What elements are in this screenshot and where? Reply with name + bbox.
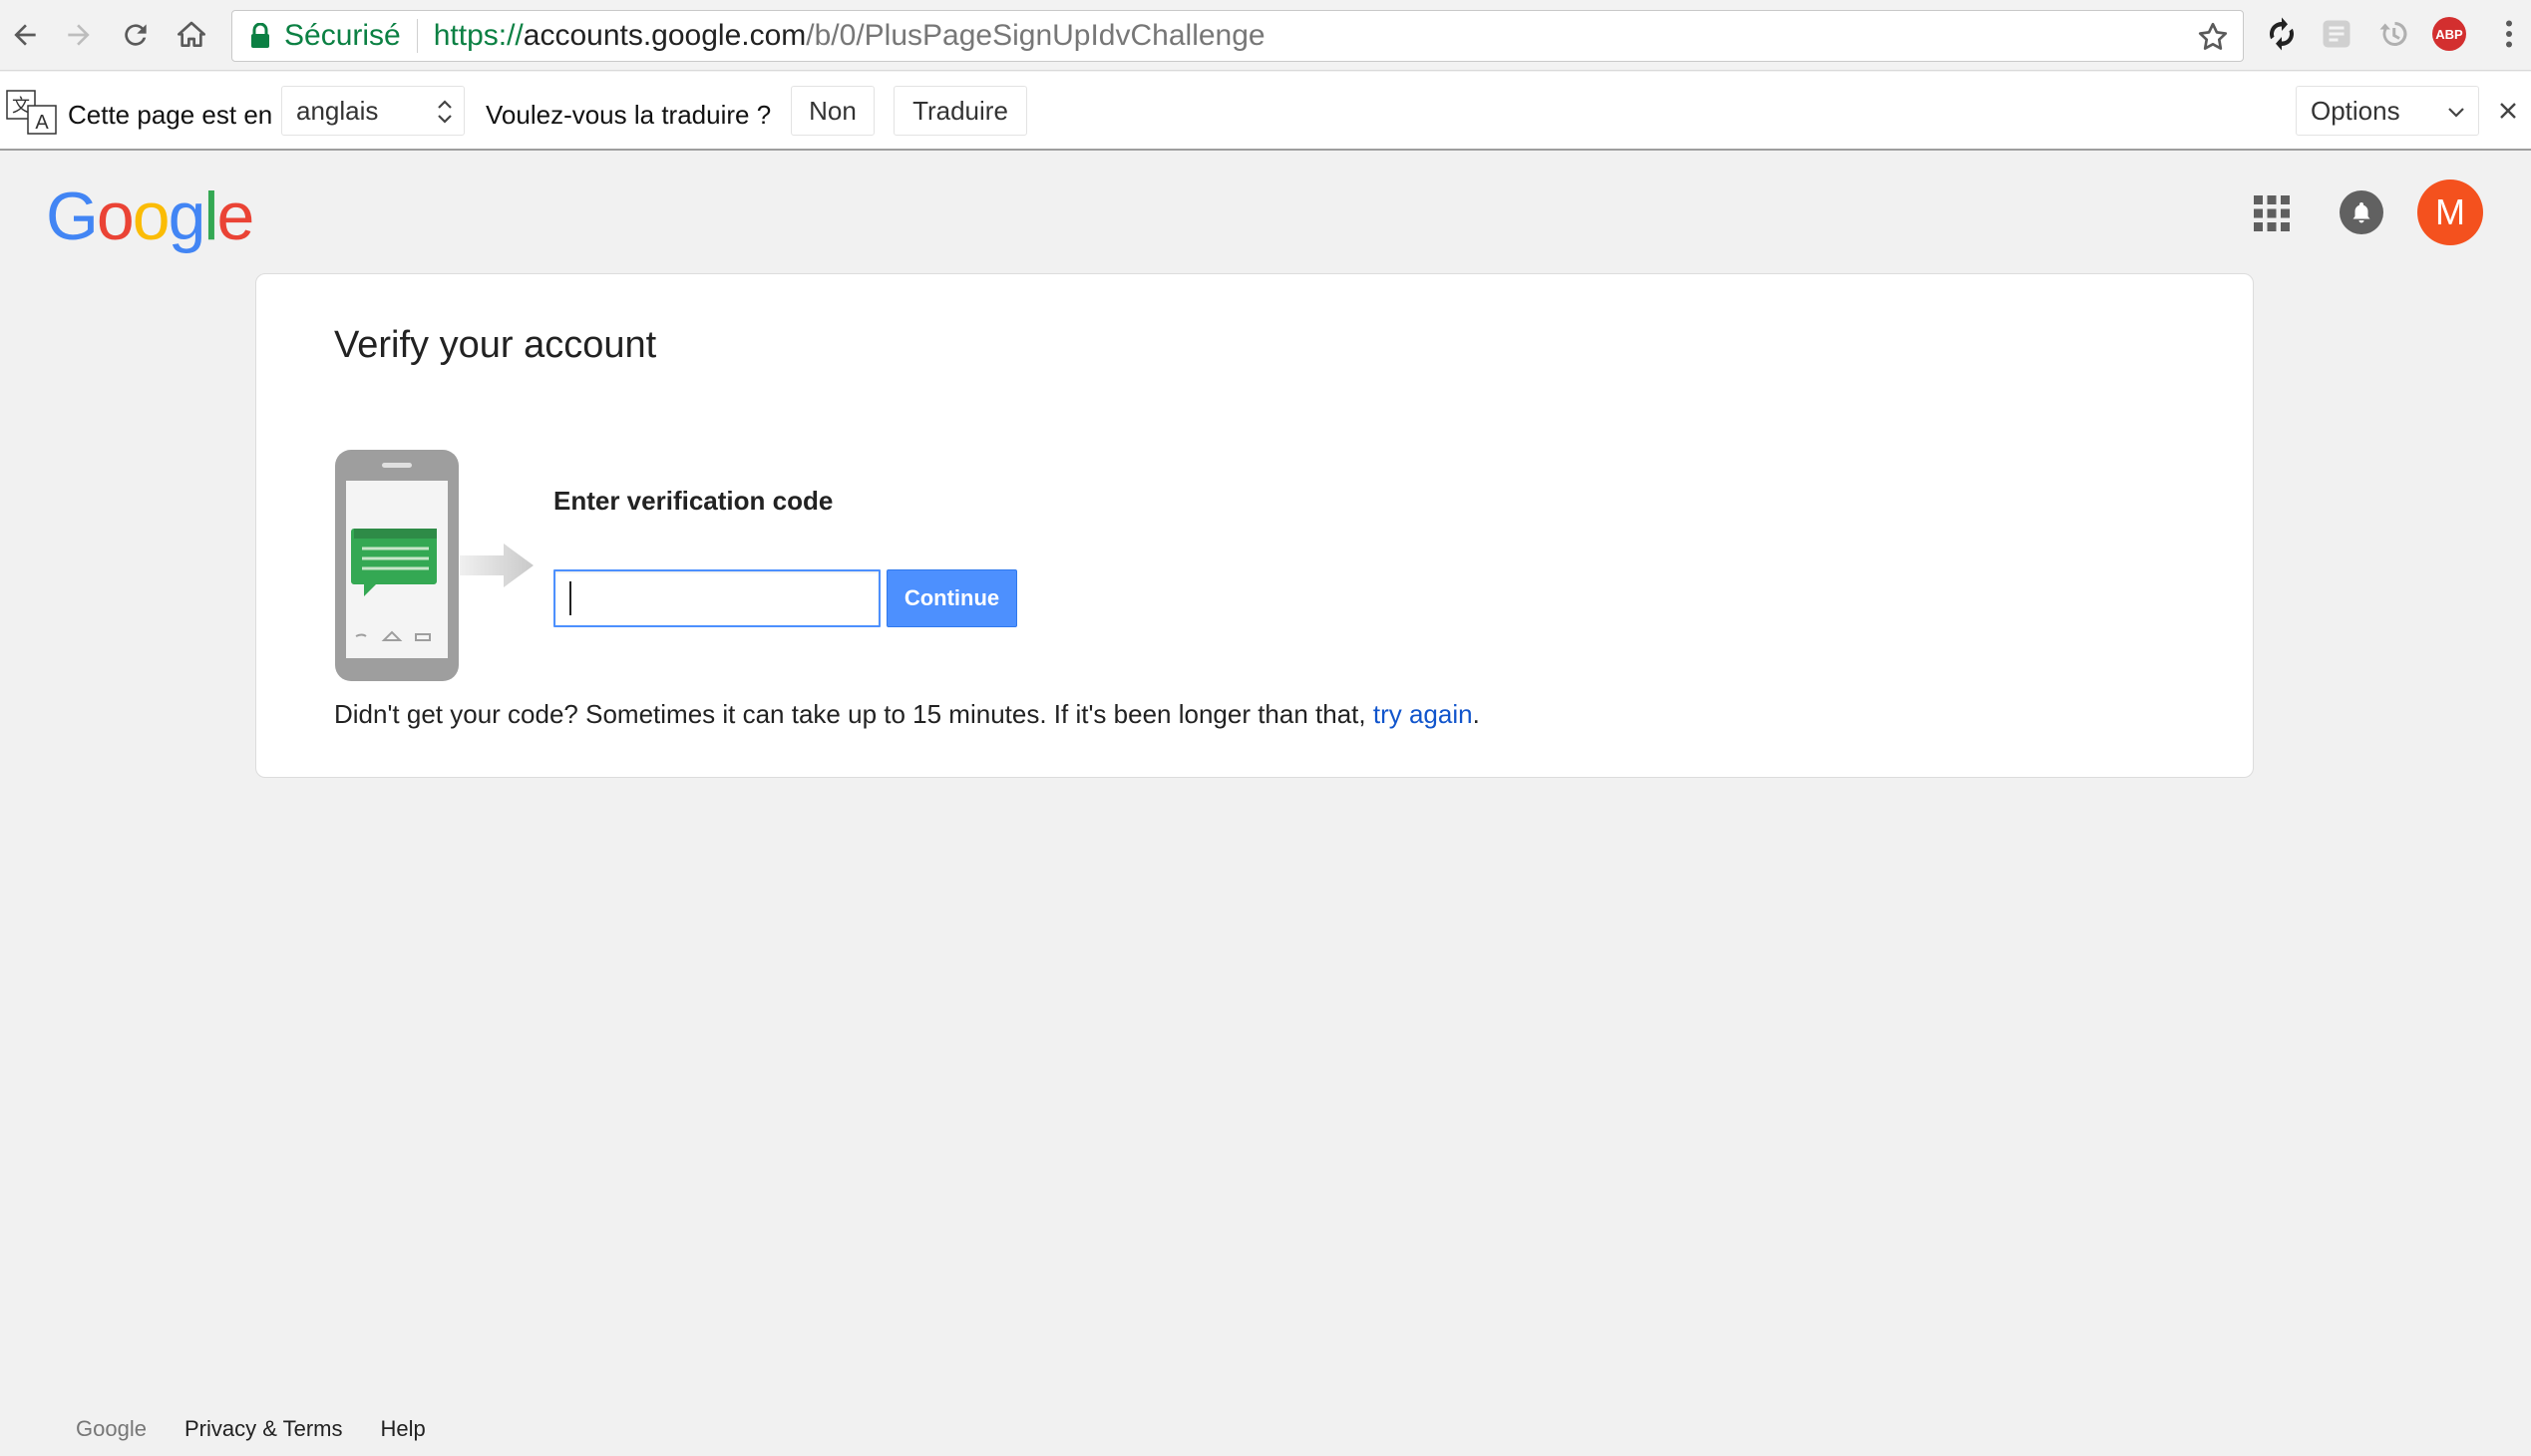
url-host: accounts.google.com [523,19,807,52]
logo-letter: l [203,179,218,254]
translate-button[interactable]: Traduire [894,86,1027,136]
forward-arrow-icon [68,24,90,46]
omnibox-divider [416,19,418,53]
privacy-terms-link[interactable]: Privacy & Terms [184,1416,343,1442]
secure-label: Sécurisé [284,19,401,52]
back-button[interactable] [2,12,48,58]
adblock-icon: ABP [2432,17,2466,51]
text-caret [569,581,571,615]
avatar[interactable]: M [2417,180,2483,245]
history-extension[interactable] [2373,14,2413,54]
notifications-button[interactable] [2340,190,2383,234]
chevron-down-icon [2448,108,2464,118]
translate-prefix: Cette page est en [68,100,273,130]
translate-bar: 文 A Cette page est en anglais Voulez-vou… [0,72,2531,151]
options-label: Options [2311,95,2400,126]
help-text: Didn't get your code? Sometimes it can t… [334,699,1480,730]
browser-menu-button[interactable] [2489,14,2529,54]
reader-icon [2323,20,2350,48]
url-path: /b/0/PlusPageSignUpIdvChallenge [806,19,1266,52]
reader-extension[interactable] [2317,14,2356,54]
sync-extension[interactable] [2262,14,2302,54]
try-again-link[interactable]: try again [1373,699,1473,729]
logo-letter: o [96,179,135,254]
translate-question: Voulez-vous la traduire ? [486,100,772,130]
address-bar[interactable]: Sécurisé https://accounts.google.com/b/0… [231,10,2244,62]
logo-letter: o [132,179,171,254]
translate-options-button[interactable]: Options [2296,86,2479,136]
google-logo[interactable]: Google [46,178,255,255]
history-icon [2379,21,2407,46]
url-scheme: https:// [433,19,524,52]
verify-card: Verify your account Enter verification c… [255,273,2254,778]
language-value: anglais [296,95,379,126]
close-icon [2500,103,2516,119]
apps-grid-icon[interactable] [2252,193,2292,233]
reload-icon [125,24,147,46]
home-button[interactable] [169,12,214,58]
verification-code-input[interactable] [553,569,881,627]
logo-letter: g [168,179,206,254]
svg-text:A: A [35,112,49,134]
logo-letter: G [46,179,99,254]
footer-brand: Google [76,1416,147,1441]
forward-button[interactable] [56,12,102,58]
arrow-right-icon [460,544,534,587]
help-link[interactable]: Help [380,1416,425,1442]
translate-icon: 文 A [6,90,57,135]
lock-icon [246,19,274,53]
sync-icon [2269,17,2295,51]
phone-sms-illustration-icon [335,450,459,681]
bell-icon [2352,202,2370,223]
adblock-extension[interactable]: ABP [2429,14,2469,54]
help-text-prefix: Didn't get your code? Sometimes it can t… [334,699,1373,729]
continue-button[interactable]: Continue [887,569,1017,627]
no-translate-button[interactable]: Non [791,86,875,136]
close-translate-button[interactable] [2493,96,2523,126]
code-field-label: Enter verification code [553,486,834,516]
browser-toolbar: Sécurisé https://accounts.google.com/b/0… [0,0,2531,71]
page-title: Verify your account [334,324,657,366]
back-arrow-icon [14,24,36,46]
help-text-suffix: . [1472,699,1480,729]
footer: Google Privacy & Terms Help [76,1416,426,1442]
bookmark-star-icon[interactable] [2195,19,2231,55]
home-icon [178,21,205,47]
language-select[interactable]: anglais [281,86,465,136]
reload-button[interactable] [113,12,159,58]
menu-icon [2506,20,2512,48]
updown-chevron-icon [438,100,452,124]
logo-letter: e [216,179,255,254]
